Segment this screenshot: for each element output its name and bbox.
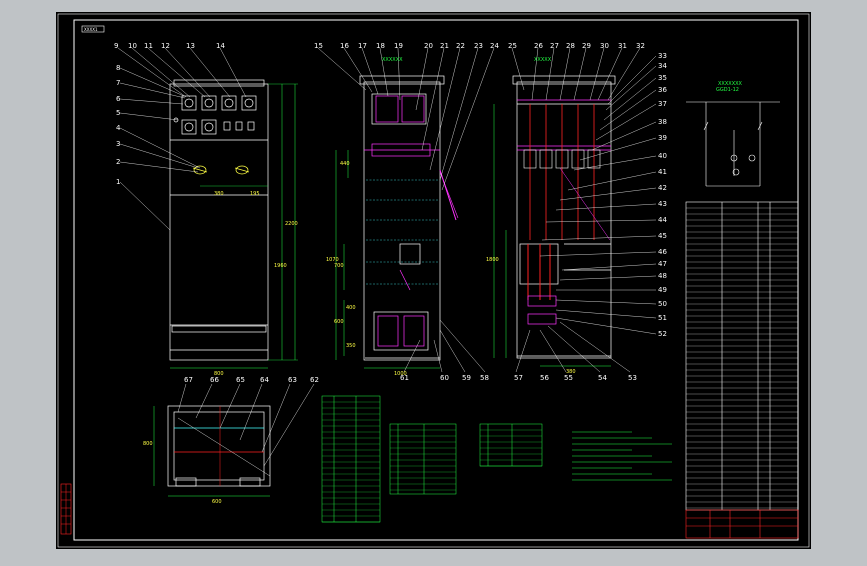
callout-48: 48	[658, 272, 667, 280]
callout-53: 53	[628, 374, 637, 382]
callout-64: 64	[260, 376, 269, 384]
callout-50: 50	[658, 300, 667, 308]
callout-17: 17	[358, 42, 367, 50]
callout-21: 21	[440, 42, 449, 50]
callout-62: 62	[310, 376, 319, 384]
dim-rear-height: 1800	[486, 257, 499, 263]
callout-38: 38	[658, 118, 667, 126]
side-top-label: XXXXXX	[382, 57, 403, 63]
callout-11: 11	[144, 42, 153, 50]
callout-6: 6	[116, 95, 121, 103]
callout-24: 24	[490, 42, 499, 50]
dim-front-spacing-b: 195	[250, 191, 260, 197]
callout-44: 44	[658, 216, 667, 224]
callout-16: 16	[340, 42, 349, 50]
dim-front-width: 800	[214, 371, 224, 377]
title-tag: XXXX1	[84, 27, 98, 32]
callout-7: 7	[116, 79, 121, 87]
callout-12: 12	[161, 42, 170, 50]
callout-43: 43	[658, 200, 667, 208]
callout-42: 42	[658, 184, 667, 192]
callout-32: 32	[636, 42, 645, 50]
callout-41: 41	[658, 168, 667, 176]
dim-side-5: 350	[346, 343, 356, 349]
callout-2: 2	[116, 158, 121, 166]
callout-30: 30	[600, 42, 609, 50]
callout-5: 5	[116, 109, 121, 117]
callout-57: 57	[514, 374, 523, 382]
dim-front-spacing-a: 380	[214, 191, 224, 197]
callout-60: 60	[440, 374, 449, 382]
callout-49: 49	[658, 286, 667, 294]
callout-59: 59	[462, 374, 471, 382]
callout-46: 46	[658, 248, 667, 256]
callout-13: 13	[186, 42, 195, 50]
callout-14: 14	[216, 42, 225, 50]
callout-36: 36	[658, 86, 667, 94]
dim-side-0: 440	[340, 161, 350, 167]
dim-side-3: 600	[334, 319, 344, 325]
callout-58: 58	[480, 374, 489, 382]
callout-8: 8	[116, 64, 121, 72]
callout-63: 63	[288, 376, 297, 384]
callout-45: 45	[658, 232, 667, 240]
callout-51: 51	[658, 314, 667, 322]
callout-37: 37	[658, 100, 667, 108]
rear-top-label: XXXXX	[534, 57, 552, 63]
dim-side-4: 400	[346, 305, 356, 311]
callout-19: 19	[394, 42, 403, 50]
callout-35: 35	[658, 74, 667, 82]
callout-65: 65	[236, 376, 245, 384]
sheet-background	[56, 12, 811, 549]
drawing-canvas: XXXX1 1 2 3 4 5 6 7 8 9 10 11 12 13 14 15 16 17 18 19 20 21 2…	[0, 0, 867, 562]
callout-15: 15	[314, 42, 323, 50]
callout-26: 26	[534, 42, 543, 50]
callout-3: 3	[116, 140, 121, 148]
callout-67: 67	[184, 376, 193, 384]
schematic-subtitle: GGD1-12	[716, 87, 739, 93]
callout-52: 52	[658, 330, 667, 338]
callout-56: 56	[540, 374, 549, 382]
callout-1: 1	[116, 178, 121, 186]
callout-34: 34	[658, 62, 667, 70]
dim-front-height-total: 2200	[285, 221, 298, 227]
dim-rear-bottom: 380	[566, 369, 576, 375]
callout-47: 47	[658, 260, 667, 268]
callout-20: 20	[424, 42, 433, 50]
dim-side-width: 1000	[394, 371, 407, 377]
callout-23: 23	[474, 42, 483, 50]
callout-40: 40	[658, 152, 667, 160]
callout-28: 28	[566, 42, 575, 50]
dim-front-height-side: 1960	[274, 263, 287, 269]
callout-9: 9	[114, 42, 119, 50]
callout-22: 22	[456, 42, 465, 50]
dim-plan-width: 600	[212, 499, 222, 505]
dim-plan-depth: 800	[143, 441, 153, 447]
dim-side-2: 700	[334, 263, 344, 269]
callout-18: 18	[376, 42, 385, 50]
callout-31: 31	[618, 42, 627, 50]
callout-29: 29	[582, 42, 591, 50]
callout-39: 39	[658, 134, 667, 142]
callout-10: 10	[128, 42, 137, 50]
callout-33: 33	[658, 52, 667, 60]
callout-54: 54	[598, 374, 607, 382]
callout-4: 4	[116, 124, 121, 132]
callout-27: 27	[550, 42, 559, 50]
callout-25: 25	[508, 42, 517, 50]
